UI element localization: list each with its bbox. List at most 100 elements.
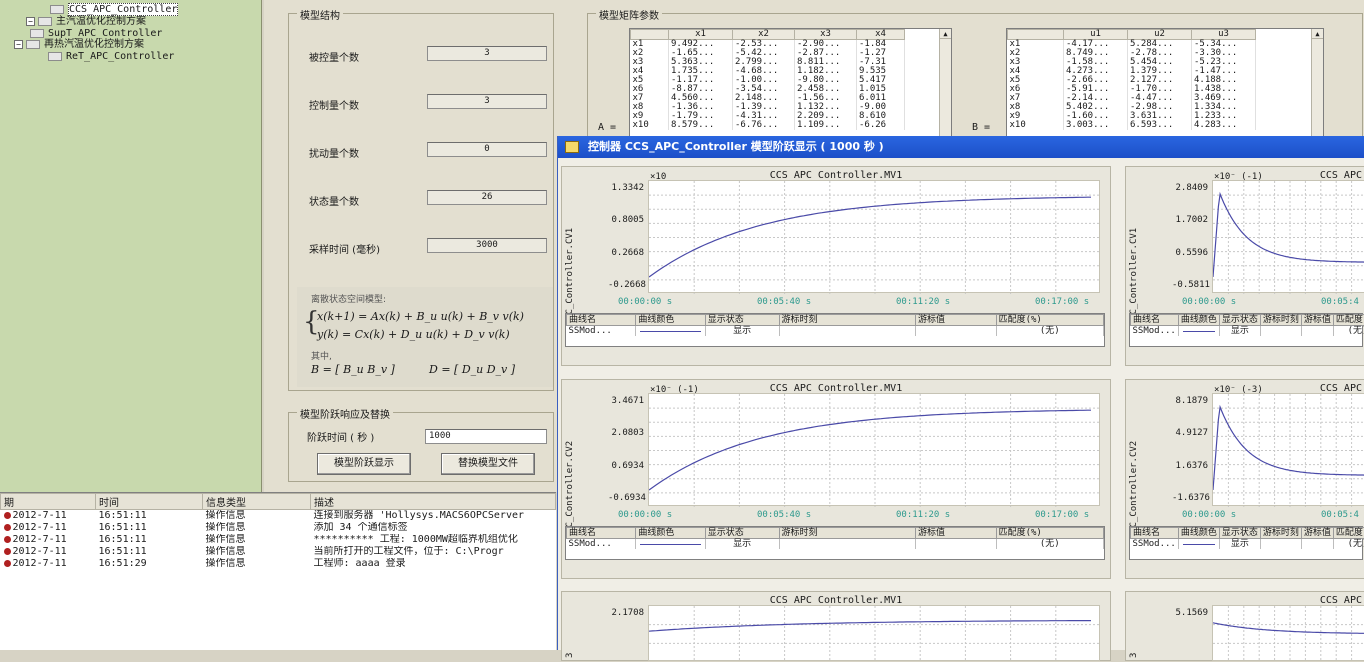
curve-legend-table[interactable]: 曲线名曲线颜色显示状态游标时刻游标值匹配度(%)SSMod...显示(无) bbox=[1129, 526, 1363, 560]
field-label-cv: 被控量个数 bbox=[309, 49, 359, 64]
matrix-cell: -6.26 bbox=[857, 121, 905, 130]
matrix-a-scrollbar[interactable]: ▲ bbox=[939, 29, 951, 139]
curve-color-swatch bbox=[1178, 539, 1219, 550]
y-tick-label: 5.1569 bbox=[1172, 608, 1208, 618]
legend-header: 曲线颜色 bbox=[636, 528, 705, 539]
col-header: x4 bbox=[857, 30, 905, 40]
legend-row[interactable]: SSMod...显示(无) bbox=[1131, 326, 1364, 337]
scroll-up-icon[interactable]: ▲ bbox=[940, 29, 951, 39]
show-step-button[interactable]: 模型阶跃显示 bbox=[317, 453, 411, 475]
log-row[interactable]: 2012-7-1116:51:11操作信息当前所打开的工程文件，位于: C:\P… bbox=[1, 546, 556, 558]
log-col-type: 信息类型 bbox=[203, 494, 311, 510]
curve-legend-table[interactable]: 曲线名曲线颜色显示状态游标时刻游标值匹配度(%)SSMod...显示(无) bbox=[1129, 313, 1363, 347]
y-tick-label: 2.1708 bbox=[608, 608, 644, 618]
equation-state: x(k+1) = Ax(k) + B_u u(k) + B_v v(k) bbox=[317, 310, 524, 323]
legend-row[interactable]: SSMod...显示(无) bbox=[567, 326, 1104, 337]
expand-icon[interactable]: − bbox=[14, 40, 23, 49]
controller-icon bbox=[50, 5, 64, 14]
matrix-b-scrollbar[interactable]: ▲ bbox=[1311, 29, 1323, 139]
step-time-input[interactable]: 1000 bbox=[425, 429, 547, 444]
chart-plot-area[interactable] bbox=[1212, 605, 1364, 661]
response-curve bbox=[649, 621, 1091, 632]
chart-svg bbox=[1213, 394, 1364, 507]
matrix-row[interactable]: x108.579...-6.76...1.109...-6.26 bbox=[631, 121, 905, 130]
y-tick-label: 1.6376 bbox=[1172, 461, 1208, 471]
y-tick-label: 0.6934 bbox=[608, 461, 644, 471]
state-count-field: 26 bbox=[427, 190, 547, 205]
legend-header: 显示状态 bbox=[1219, 315, 1260, 326]
curve-name: SSMod... bbox=[567, 539, 636, 550]
scroll-up-icon[interactable]: ▲ bbox=[1312, 29, 1323, 39]
log-date: 2012-7-11 bbox=[1, 534, 96, 546]
matrix-b-table[interactable]: u1 u2 u3 x1-4.17...5.284...-5.34...x28.7… bbox=[1006, 28, 1324, 140]
replace-model-button[interactable]: 替换模型文件 bbox=[441, 453, 535, 475]
col-header: u1 bbox=[1064, 30, 1128, 40]
log-col-date: 期 bbox=[1, 494, 96, 510]
legend-header: 游标值 bbox=[1301, 528, 1333, 539]
chart-svg bbox=[1213, 606, 1364, 662]
message-log: 期 时间 信息类型 描述 2012-7-1116:51:11操作信息连接到服务器… bbox=[0, 492, 556, 650]
step-response-group: 模型阶跃响应及替换 阶跃时间 ( 秒 ) 1000 模型阶跃显示 替换模型文件 bbox=[288, 412, 554, 482]
chart-plot-area[interactable] bbox=[1212, 180, 1364, 293]
window-title: 控制器 CCS_APC_Controller 模型阶跃显示 ( 1000 秒 ) bbox=[588, 140, 884, 153]
legend-header: 曲线名 bbox=[567, 528, 636, 539]
cv-count-field: 3 bbox=[427, 46, 547, 61]
y-tick-label: 8.1879 bbox=[1172, 396, 1208, 406]
matrix-cell: 6.593... bbox=[1128, 121, 1192, 130]
log-type: 操作信息 bbox=[203, 546, 311, 558]
tree-item-ccs[interactable]: CCS_APC_Controller bbox=[50, 4, 178, 16]
field-label-mv: 控制量个数 bbox=[309, 97, 359, 112]
tree-item-ret[interactable]: ReT_APC_Controller bbox=[48, 51, 174, 63]
matrix-row[interactable]: x103.003...6.593...4.283... bbox=[1008, 121, 1256, 130]
match-rate: (无) bbox=[996, 326, 1103, 337]
field-label-state: 状态量个数 bbox=[309, 193, 359, 208]
legend-row[interactable]: SSMod...显示(无) bbox=[567, 539, 1104, 550]
legend-header: 曲线名 bbox=[1131, 528, 1179, 539]
window-titlebar[interactable]: 控制器 CCS_APC_Controller 模型阶跃显示 ( 1000 秒 ) bbox=[558, 136, 1364, 158]
matrix-params-group: 模型矩阵参数 A = x1 x2 x3 x4 x19.492...-2.53..… bbox=[587, 13, 1363, 143]
y-exponent-label: ×10⁻ (-1) bbox=[650, 385, 699, 395]
row-header: x10 bbox=[631, 121, 669, 130]
y-tick-label: 4.9127 bbox=[1172, 428, 1208, 438]
curve-legend-table[interactable]: 曲线名曲线颜色显示状态游标时刻游标值匹配度(%)SSMod...显示(无) bbox=[565, 313, 1105, 347]
log-row[interactable]: 2012-7-1116:51:29操作信息工程师: aaaa 登录 bbox=[1, 558, 556, 570]
error-icon bbox=[4, 548, 11, 555]
left-chart-panel-1: CCS_APC_Controller.MV1CCS_APC_Controller… bbox=[561, 166, 1111, 366]
chart-plot-area[interactable] bbox=[648, 393, 1100, 506]
cursor-time bbox=[779, 539, 915, 550]
curve-legend-table[interactable]: 曲线名曲线颜色显示状态游标时刻游标值匹配度(%)SSMod...显示(无) bbox=[565, 526, 1105, 560]
tree-folder-supt[interactable]: −主汽温优化控制方案 bbox=[26, 16, 146, 28]
chart-svg bbox=[649, 394, 1101, 507]
expand-icon[interactable]: − bbox=[26, 17, 35, 26]
curve-name: SSMod... bbox=[1131, 539, 1179, 550]
y-tick-label: -0.5811 bbox=[1172, 280, 1208, 290]
y-tick-label: -0.2668 bbox=[608, 280, 644, 290]
log-time: 16:51:11 bbox=[96, 522, 203, 534]
matrix-cell: 3.003... bbox=[1064, 121, 1128, 130]
dv-count-field: 0 bbox=[427, 142, 547, 157]
y-tick-label: 0.2668 bbox=[608, 248, 644, 258]
chart-plot-area[interactable] bbox=[1212, 393, 1364, 506]
chart-plot-area[interactable] bbox=[648, 605, 1100, 661]
log-desc: ********** 工程: 1000MW超临界机组优化 bbox=[311, 534, 556, 546]
cursor-value bbox=[916, 539, 997, 550]
log-row[interactable]: 2012-7-1116:51:11操作信息********** 工程: 1000… bbox=[1, 534, 556, 546]
chart-svg bbox=[1213, 181, 1364, 294]
curve-color-swatch bbox=[1178, 326, 1219, 337]
folder-icon bbox=[26, 40, 40, 49]
log-row[interactable]: 2012-7-1116:51:11操作信息连接到服务器 'Hollysys.MA… bbox=[1, 510, 556, 523]
group-title: 模型结构 bbox=[297, 7, 343, 22]
y-exponent-label: ×10⁻ (-3) bbox=[1214, 385, 1263, 395]
legend-header: 游标时刻 bbox=[1260, 315, 1301, 326]
col-header: x3 bbox=[795, 30, 857, 40]
chart-plot-area[interactable] bbox=[648, 180, 1100, 293]
tree-folder-ret[interactable]: −再热汽温优化控制方案 bbox=[14, 39, 144, 51]
legend-row[interactable]: SSMod...显示(无) bbox=[1131, 539, 1364, 550]
matrix-a-table[interactable]: x1 x2 x3 x4 x19.492...-2.53...-2.90...-1… bbox=[629, 28, 952, 140]
sample-time-field: 3000 bbox=[427, 238, 547, 253]
x-tick-label: 00:00:00 s bbox=[618, 510, 672, 520]
log-type: 操作信息 bbox=[203, 534, 311, 546]
log-row[interactable]: 2012-7-1116:51:11操作信息添加 34 个通信标签 bbox=[1, 522, 556, 534]
matrix-cell: 1.109... bbox=[795, 121, 857, 130]
match-rate: (无) bbox=[996, 539, 1103, 550]
